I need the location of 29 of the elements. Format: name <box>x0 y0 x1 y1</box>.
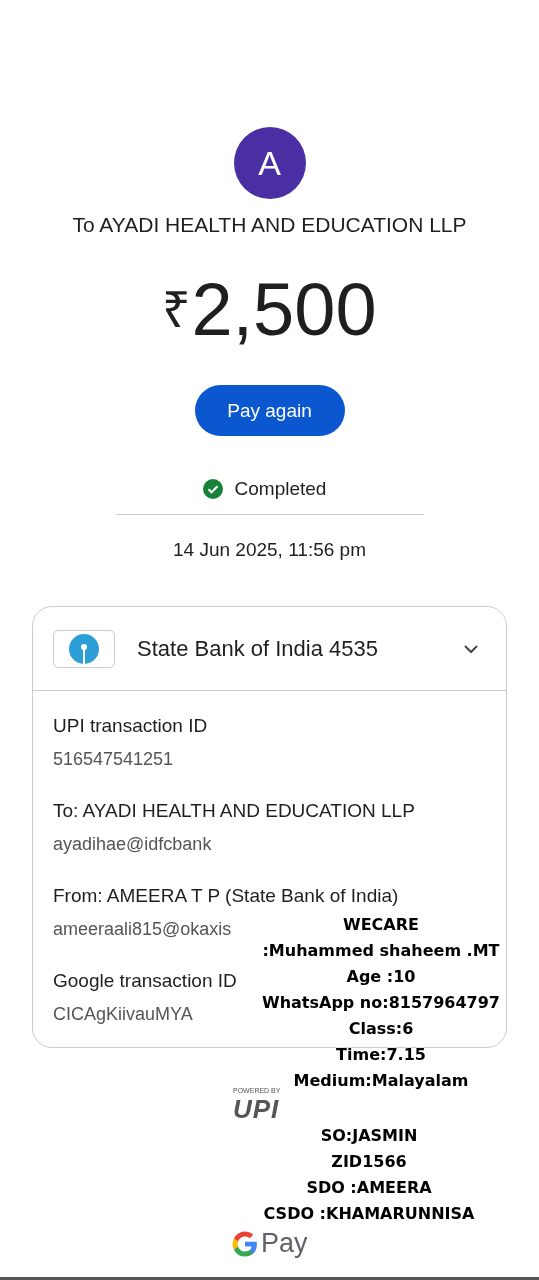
detail-label: To: AYADI HEALTH AND EDUCATION LLP <box>53 800 415 822</box>
chevron-icon[interactable] <box>464 643 478 654</box>
note-line: Medium:Malayalam <box>293 1070 469 1092</box>
bank-logo-icon <box>53 629 115 668</box>
detail-label: Google transaction ID <box>53 970 237 992</box>
pay-again-button[interactable]: Pay again <box>194 385 345 436</box>
detail-value: ayadihae@idfcbank <box>53 834 212 855</box>
brand-name: Pay <box>261 1228 308 1259</box>
note-line: SDO :AMEERA <box>306 1177 432 1199</box>
detail-value: ameeraali815@okaxis <box>53 919 232 940</box>
recipient-title: To AYADI HEALTH AND EDUCATION LLP <box>72 213 467 237</box>
note-line: SO:JASMIN <box>320 1125 418 1147</box>
status-label: Completed <box>234 478 327 500</box>
note-line: CSDO :KHAMARUNNISA <box>263 1203 475 1225</box>
google-g-icon <box>232 1230 258 1257</box>
detail-label: UPI transaction ID <box>53 715 208 737</box>
note-line: WhatsApp no:8157964797 <box>262 992 500 1014</box>
note-line: WECARE <box>343 914 419 936</box>
detail-label: From: AMEERA T P (State Bank of India) <box>53 885 399 907</box>
note-line: ZID1566 <box>331 1151 407 1173</box>
note-line: Age :10 <box>346 966 416 988</box>
note-line: :Muhammed shaheem .MT <box>262 940 500 962</box>
detail-value: 516547541251 <box>53 749 174 770</box>
note-line: Time:7.15 <box>336 1044 426 1066</box>
note-line: Class:6 <box>348 1018 414 1040</box>
detail-value: CICAgKiivauMYA <box>53 1004 193 1025</box>
bank-account-name: State Bank of India 4535 <box>137 635 379 662</box>
date-time: 14 Jun 2025, 11:56 pm <box>173 539 366 561</box>
avatar: A <box>233 127 306 199</box>
